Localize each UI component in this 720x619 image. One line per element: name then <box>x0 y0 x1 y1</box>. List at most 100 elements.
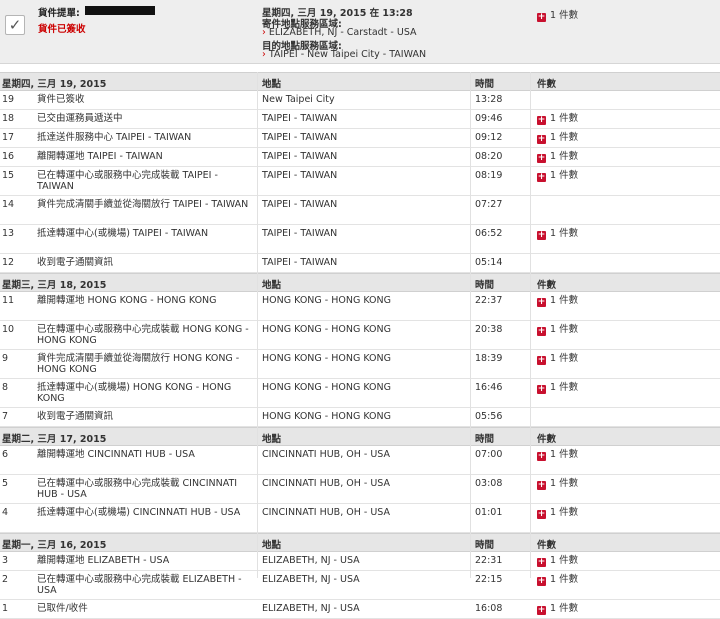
event-number: 6 <box>2 449 9 460</box>
date-section-header: 星期三, 三月 18, 2015 地點 時間 件數 <box>0 273 720 292</box>
expand-plus-icon[interactable]: + <box>537 558 546 567</box>
pieces-toggle[interactable]: +1 件數 <box>537 228 578 240</box>
expand-plus-icon[interactable]: + <box>537 510 546 519</box>
time-column-header: 時間 <box>475 280 495 291</box>
event-description: 離開轉運地 CINCINNATI HUB - USA <box>37 449 195 460</box>
event-row: 2 已在轉運中心或服務中心完成裝載 ELIZABETH - USA ELIZABET… <box>0 571 720 600</box>
expand-plus-icon[interactable]: + <box>537 577 546 586</box>
event-location: HONG KONG - HONG KONG <box>262 353 391 364</box>
pieces-toggle[interactable]: +1 件數 <box>537 151 578 163</box>
pieces-toggle[interactable]: +1 件數 <box>537 478 578 490</box>
time-column-header: 時間 <box>475 434 495 445</box>
event-number: 14 <box>2 199 15 210</box>
event-description: 收到電子通關資訊 <box>37 411 114 422</box>
pieces-column-header: 件數 <box>537 540 557 551</box>
expand-plus-icon[interactable]: + <box>537 452 546 461</box>
event-number: 11 <box>2 295 15 306</box>
event-time: 16:46 <box>475 382 503 393</box>
event-row: 4 抵達轉運中心(或機場) CINCINNATI HUB - USA CINCINN… <box>0 504 720 533</box>
origin-value: › ELIZABETH, NJ - Carstadt - USA <box>262 27 417 38</box>
pieces-toggle[interactable]: +1 件數 <box>537 507 578 519</box>
event-time: 13:28 <box>475 94 503 105</box>
event-description: 抵達轉運中心(或機場) TAIPEI - TAIWAN <box>37 228 209 239</box>
event-location: New Taipei City <box>262 94 335 105</box>
event-description: 離開轉運地 ELIZABETH - USA <box>37 555 170 566</box>
expand-plus-icon[interactable]: + <box>537 481 546 490</box>
event-location: TAIPEI - TAIWAN <box>262 257 338 268</box>
expand-plus-icon[interactable]: + <box>537 327 546 336</box>
pieces-toggle[interactable]: +1 件數 <box>537 132 578 144</box>
location-column-header: 地點 <box>262 79 282 90</box>
event-description: 已在轉運中心或服務中心完成裝載 ELIZABETH - USA <box>37 574 242 596</box>
pieces-toggle[interactable]: +1 件數 <box>537 382 578 394</box>
date-label: 星期二, 三月 17, 2015 <box>2 434 107 445</box>
pieces-toggle[interactable]: +1 件數 <box>537 449 578 461</box>
event-time: 09:12 <box>475 132 503 143</box>
event-location: TAIPEI - TAIWAN <box>262 199 338 210</box>
event-number: 10 <box>2 324 15 335</box>
event-location: ELIZABETH, NJ - USA <box>262 574 360 585</box>
event-row: 9 貨件完成清關手續並從海關放行 HONG KONG - HONG KONG HON… <box>0 350 720 379</box>
event-description: 已在轉運中心或服務中心完成裝載 TAIPEI - TAIWAN <box>37 170 218 192</box>
arrow-right-icon: › <box>262 27 266 38</box>
event-location: HONG KONG - HONG KONG <box>262 411 391 422</box>
pieces-toggle[interactable]: +1 件數 <box>537 555 578 567</box>
time-column-header: 時間 <box>475 79 495 90</box>
expand-plus-icon[interactable]: + <box>537 135 546 144</box>
event-number: 5 <box>2 478 9 489</box>
event-location: CINCINNATI HUB, OH - USA <box>262 478 390 489</box>
event-number: 17 <box>2 132 15 143</box>
checkmark-icon: ✓ <box>5 15 25 35</box>
expand-plus-icon[interactable]: + <box>537 606 546 615</box>
expand-plus-icon[interactable]: + <box>537 231 546 240</box>
expand-plus-icon[interactable]: + <box>537 385 546 394</box>
event-number: 16 <box>2 151 15 162</box>
event-row: 6 離開轉運地 CINCINNATI HUB - USA CINCINNATI HU… <box>0 446 720 475</box>
expand-plus-icon[interactable]: + <box>537 356 546 365</box>
event-description: 已在轉運中心或服務中心完成裝載 CINCINNATI HUB - USA <box>37 478 238 500</box>
event-description: 已在轉運中心或服務中心完成裝載 HONG KONG - HONG KONG <box>37 324 249 346</box>
event-location: ELIZABETH, NJ - USA <box>262 555 360 566</box>
event-time: 22:37 <box>475 295 503 306</box>
event-location: TAIPEI - TAIWAN <box>262 151 338 162</box>
waybill-number-redacted <box>85 6 155 15</box>
event-description: 離開轉運地 TAIPEI - TAIWAN <box>37 151 163 162</box>
pieces-column-header: 件數 <box>537 280 557 291</box>
event-description: 抵達轉運中心(或機場) HONG KONG - HONG KONG <box>37 382 232 404</box>
event-location: TAIPEI - TAIWAN <box>262 113 338 124</box>
expand-plus-icon[interactable]: + <box>537 154 546 163</box>
expand-plus-icon[interactable]: + <box>537 298 546 307</box>
event-time: 16:08 <box>475 603 503 614</box>
expand-plus-icon[interactable]: + <box>537 13 546 22</box>
time-column-header: 時間 <box>475 540 495 551</box>
event-description: 已交由運務員遞送中 <box>37 113 123 124</box>
event-time: 22:31 <box>475 555 503 566</box>
location-column-header: 地點 <box>262 540 282 551</box>
pieces-toggle[interactable]: +1 件數 <box>537 113 578 125</box>
expand-plus-icon[interactable]: + <box>537 173 546 182</box>
event-number: 7 <box>2 411 9 422</box>
date-section-header: 星期二, 三月 17, 2015 地點 時間 件數 <box>0 427 720 446</box>
pieces-toggle[interactable]: +1 件數 <box>537 170 578 182</box>
event-number: 18 <box>2 113 15 124</box>
event-number: 3 <box>2 555 9 566</box>
event-location: CINCINNATI HUB, OH - USA <box>262 507 390 518</box>
event-number: 1 <box>2 603 9 614</box>
pieces-toggle[interactable]: +1 件數 <box>537 603 578 615</box>
expand-plus-icon[interactable]: + <box>537 116 546 125</box>
event-number: 8 <box>2 382 9 393</box>
destination-value: › TAIPEI - New Taipei City - TAIWAN <box>262 49 427 60</box>
event-time: 18:39 <box>475 353 503 364</box>
event-number: 13 <box>2 228 15 239</box>
pieces-toggle[interactable]: +1 件數 <box>537 574 578 586</box>
event-time: 07:27 <box>475 199 503 210</box>
pieces-toggle[interactable]: +1 件數 <box>537 324 578 336</box>
waybill-label: 貨件提單: <box>38 8 80 19</box>
event-time: 20:38 <box>475 324 503 335</box>
event-number: 4 <box>2 507 9 518</box>
event-row: 16 離開轉運地 TAIPEI - TAIWAN TAIPEI - TAIWAN 08… <box>0 148 720 167</box>
pieces-toggle[interactable]: +1 件數 <box>537 7 578 22</box>
pieces-toggle[interactable]: +1 件數 <box>537 353 578 365</box>
column-divider <box>257 72 258 578</box>
pieces-toggle[interactable]: +1 件數 <box>537 295 578 307</box>
